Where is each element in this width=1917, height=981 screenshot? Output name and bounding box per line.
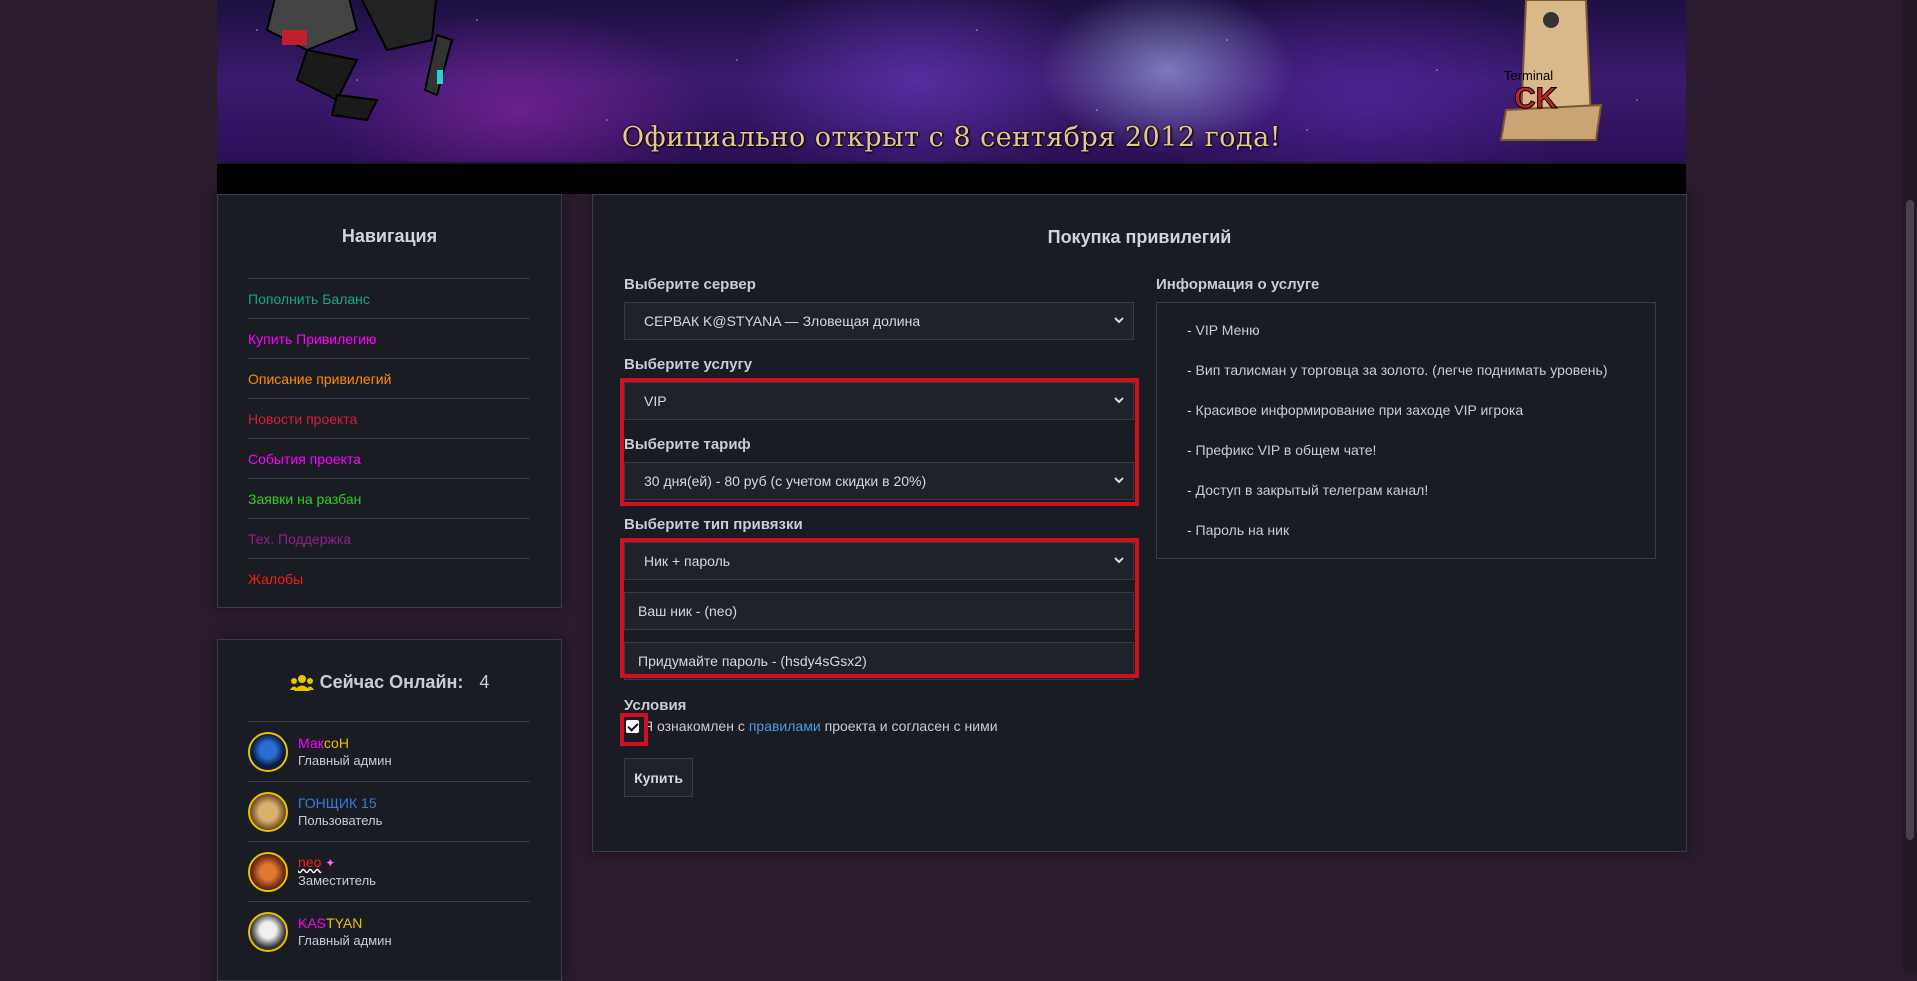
avatar [248, 731, 288, 772]
avatar [248, 911, 288, 952]
online-count: 4 [479, 672, 490, 692]
sparkle-icon: ✦ [325, 856, 336, 870]
terms-row: Я ознакомлен с правилами проекта и согла… [624, 718, 998, 734]
buy-button[interactable]: Купить [624, 758, 693, 797]
nav-item-top-up-balance[interactable]: Пополнить Баланс [248, 278, 530, 318]
user-name[interactable]: KASTYAN [298, 914, 392, 932]
purchase-panel: Покупка привилегий Выберите сервер СЕРВА… [592, 194, 1687, 852]
rules-link[interactable]: правилами [749, 718, 821, 734]
terms-label: Условия [624, 697, 687, 714]
terms-checkbox[interactable] [626, 719, 639, 733]
online-panel: Сейчас Онлайн: 4 МаксоН Главный админ ГО… [217, 639, 562, 981]
nick-field[interactable]: Ваш ник - (neo) [624, 592, 1134, 630]
online-user[interactable]: KASTYAN Главный админ [248, 901, 530, 961]
nav-item-buy-privilege[interactable]: Купить Привилегию [248, 318, 530, 358]
top-nav-strip [217, 164, 1686, 194]
password-field[interactable]: Придумайте пароль - (hsdy4sGsx2) [624, 642, 1134, 680]
server-label: Выберите сервер [624, 276, 756, 293]
online-user-list: МаксоН Главный админ ГОНЩИК 15 Пользоват… [248, 721, 530, 961]
chevron-down-icon [1114, 317, 1124, 324]
tariff-label: Выберите тариф [624, 436, 751, 453]
user-name[interactable]: neo ✦ [298, 853, 376, 872]
binding-label: Выберите тип привязки [624, 516, 803, 533]
chevron-down-icon [1114, 397, 1124, 404]
nav-item-privilege-description[interactable]: Описание привилегий [248, 358, 530, 398]
chevron-down-icon [1114, 557, 1124, 564]
service-select[interactable]: VIP [624, 382, 1134, 420]
logo-terminal-text: Terminal [1504, 68, 1553, 83]
tariff-select-value: 30 дня(ей) - 80 руб (с учетом скидки в 2… [644, 473, 927, 489]
info-line: - Красивое информирование при заходе VIP… [1187, 402, 1524, 418]
purchase-title: Покупка привилегий [1047, 227, 1232, 247]
avatar [248, 851, 288, 892]
info-line: - Вип талисман у торговца за золото. (ле… [1187, 362, 1608, 378]
nav-item-support[interactable]: Тех. Поддержка [248, 518, 530, 558]
navigation-title: Навигация [341, 226, 438, 246]
logo-ck-text: CK [1514, 82, 1558, 115]
service-label: Выберите услугу [624, 356, 753, 373]
info-line: - Префикс VIP в общем чате! [1187, 442, 1377, 458]
nav-item-complaints[interactable]: Жалобы [248, 558, 530, 598]
banner-spaceship-art [265, 0, 454, 122]
password-field-text: Придумайте пароль - (hsdy4sGsx2) [638, 653, 867, 669]
navigation-panel: Навигация Пополнить Баланс Купить Привил… [217, 194, 562, 608]
server-select-value: СЕРВАК K@STYANA — Зловещая долина [644, 313, 921, 329]
user-role: Главный админ [298, 932, 392, 948]
binding-select-value: Ник + пароль [644, 553, 731, 569]
user-name[interactable]: ГОНЩИК 15 [298, 794, 382, 812]
nav-item-events[interactable]: События проекта [248, 438, 530, 478]
online-user[interactable]: neo ✦ Заместитель [248, 841, 530, 901]
nick-field-text: Ваш ник - (neo) [638, 603, 738, 619]
online-user[interactable]: МаксоН Главный админ [248, 721, 530, 781]
page-scrollbar[interactable] [1903, 0, 1917, 973]
online-user[interactable]: ГОНЩИК 15 Пользователь [248, 781, 530, 841]
nav-item-unban-requests[interactable]: Заявки на разбан [248, 478, 530, 518]
site-banner: Terminal CK Официально открыт с 8 сентяб… [217, 0, 1686, 165]
avatar [248, 791, 288, 832]
nav-item-news[interactable]: Новости проекта [248, 398, 530, 438]
server-select[interactable]: СЕРВАК K@STYANA — Зловещая долина [624, 302, 1134, 340]
online-title: Сейчас Онлайн: 4 [218, 672, 561, 693]
info-title: Информация о услуге [1156, 276, 1320, 293]
online-title-text: Сейчас Онлайн: [319, 672, 464, 692]
binding-select[interactable]: Ник + пароль [624, 542, 1134, 580]
user-name[interactable]: МаксоН [298, 734, 392, 752]
service-select-value: VIP [644, 393, 667, 409]
banner-tagline: Официально открыт с 8 сентября 2012 года… [621, 122, 1282, 153]
info-line: - Доступ в закрытый телеграм канал! [1187, 482, 1429, 498]
chevron-down-icon [1114, 477, 1124, 484]
info-line: - VIP Меню [1187, 322, 1260, 338]
user-role: Пользователь [298, 812, 383, 828]
user-role: Главный админ [298, 752, 392, 768]
terms-text-after: проекта и согласен с ними [824, 718, 998, 734]
tariff-select[interactable]: 30 дня(ей) - 80 руб (с учетом скидки в 2… [624, 462, 1134, 500]
service-info-box: - VIP Меню - Вип талисман у торговца за … [1156, 302, 1656, 559]
users-icon [289, 674, 314, 691]
user-role: Заместитель [298, 873, 376, 888]
terms-text-before: Я ознакомлен с [643, 718, 745, 734]
info-line: - Пароль на ник [1187, 522, 1290, 538]
scrollbar-thumb[interactable] [1906, 200, 1914, 840]
navigation-list: Пополнить Баланс Купить Привилегию Описа… [248, 278, 530, 598]
